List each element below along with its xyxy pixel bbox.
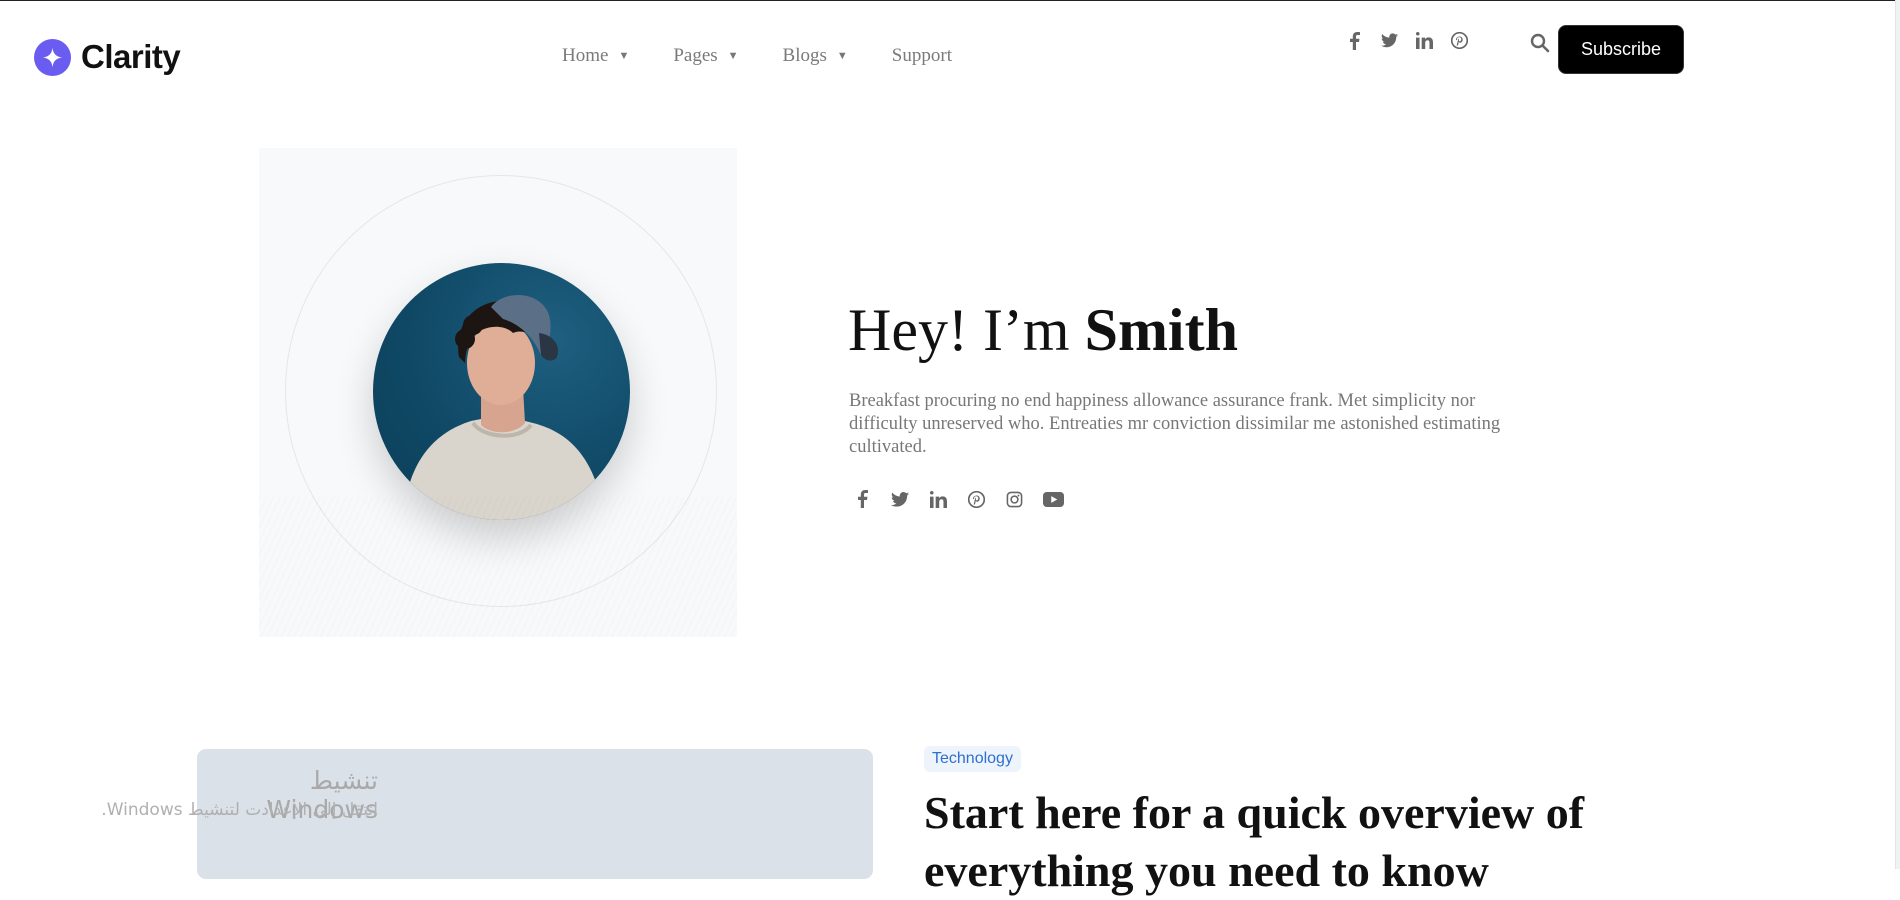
avatar xyxy=(373,263,630,520)
hero-name: Smith xyxy=(1084,297,1238,363)
hero-image-card xyxy=(259,148,737,637)
category-tag[interactable]: Technology xyxy=(924,746,1021,772)
header-social-links xyxy=(1346,31,1468,50)
logo[interactable]: Clarity xyxy=(34,38,181,76)
nav-home[interactable]: Home ▼ xyxy=(562,45,629,67)
brand-name: Clarity xyxy=(81,38,181,75)
nav-pages[interactable]: Pages ▼ xyxy=(673,45,738,67)
hero-social-links xyxy=(853,490,1064,508)
nav-label: Support xyxy=(891,45,952,66)
sparkle-icon xyxy=(34,38,71,76)
main-nav: Home ▼ Pages ▼ Blogs ▼ Support xyxy=(562,45,996,67)
windows-activation-subtitle: انتقل إلى الإعدادت لتنشيط Windows. xyxy=(101,800,378,820)
linkedin-icon[interactable] xyxy=(929,490,947,508)
chevron-down-icon: ▼ xyxy=(836,50,848,62)
subscribe-button[interactable]: Subscribe xyxy=(1558,25,1684,74)
youtube-icon[interactable] xyxy=(1043,490,1064,508)
pinterest-icon[interactable] xyxy=(1451,32,1468,49)
top-border xyxy=(0,0,1900,1)
chevron-down-icon: ▼ xyxy=(618,50,630,62)
linkedin-icon[interactable] xyxy=(1416,32,1433,49)
hero-greeting: Hey! I’m xyxy=(848,297,1085,363)
twitter-icon[interactable] xyxy=(891,490,909,508)
twitter-icon[interactable] xyxy=(1381,32,1398,49)
nav-label: Home xyxy=(562,45,609,66)
scrollbar[interactable] xyxy=(1895,0,1900,869)
search-icon[interactable] xyxy=(1530,33,1550,53)
pinterest-icon[interactable] xyxy=(967,490,985,508)
facebook-icon[interactable] xyxy=(1346,31,1363,50)
hero-heading: Hey! I’m Smith xyxy=(848,296,1238,365)
hero-description: Breakfast procuring no end happiness all… xyxy=(849,391,1501,457)
facebook-icon[interactable] xyxy=(853,490,871,508)
post-title[interactable]: Start here for a quick overview of every… xyxy=(924,784,1744,900)
chevron-down-icon: ▼ xyxy=(727,50,739,62)
nav-label: Blogs xyxy=(782,45,827,66)
nav-label: Pages xyxy=(673,45,718,66)
nav-blogs[interactable]: Blogs ▼ xyxy=(783,45,848,67)
instagram-icon[interactable] xyxy=(1005,490,1023,508)
nav-support[interactable]: Support xyxy=(892,45,952,67)
